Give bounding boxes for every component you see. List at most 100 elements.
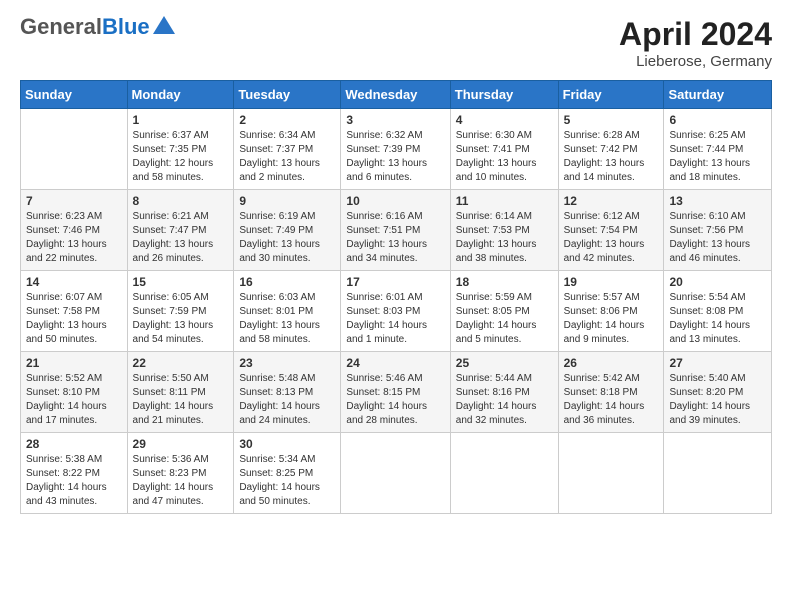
day-number: 6: [669, 113, 766, 127]
day-info: Sunrise: 6:23 AMSunset: 7:46 PMDaylight:…: [26, 210, 122, 266]
day-info: Sunrise: 5:46 AMSunset: 8:15 PMDaylight:…: [346, 372, 444, 428]
weekday-header-saturday: Saturday: [664, 81, 772, 109]
day-info: Sunrise: 5:48 AMSunset: 8:13 PMDaylight:…: [239, 372, 335, 428]
calendar-cell: 7 Sunrise: 6:23 AMSunset: 7:46 PMDaylight…: [21, 190, 128, 271]
day-number: 17: [346, 275, 444, 289]
day-info: Sunrise: 6:19 AMSunset: 7:49 PMDaylight:…: [239, 210, 335, 266]
calendar-cell: 17Sunrise: 6:01 AMSunset: 8:03 PMDayligh…: [341, 271, 450, 352]
day-number: 13: [669, 194, 766, 208]
calendar-cell: 14Sunrise: 6:07 AMSunset: 7:58 PMDayligh…: [21, 271, 128, 352]
calendar-cell: 30 Sunrise: 5:34 AMSunset: 8:25 PMDayligh…: [234, 433, 341, 514]
calendar-cell: 28Sunrise: 5:38 AMSunset: 8:22 PMDayligh…: [21, 433, 128, 514]
day-number: 21: [26, 356, 122, 370]
day-info: Sunrise: 5:36 AMSunset: 8:23 PMDaylight:…: [133, 453, 229, 509]
day-info: Sunrise: 5:59 AMSunset: 8:05 PMDaylight:…: [456, 291, 553, 347]
logo-text: GeneralBlue: [20, 16, 150, 38]
calendar-cell: 15 Sunrise: 6:05 AMSunset: 7:59 PMDayligh…: [127, 271, 234, 352]
calendar-cell: [21, 109, 128, 190]
day-number: 2: [239, 113, 335, 127]
header: GeneralBlue April 2024 Lieberose, German…: [20, 16, 772, 70]
calendar-cell: 12Sunrise: 6:12 AMSunset: 7:54 PMDayligh…: [558, 190, 664, 271]
day-number: 19: [564, 275, 659, 289]
calendar-cell: 6 Sunrise: 6:25 AMSunset: 7:44 PMDaylight…: [664, 109, 772, 190]
weekday-header-friday: Friday: [558, 81, 664, 109]
calendar-cell: 3 Sunrise: 6:32 AMSunset: 7:39 PMDaylight…: [341, 109, 450, 190]
weekday-header-thursday: Thursday: [450, 81, 558, 109]
day-number: 29: [133, 437, 229, 451]
day-info: Sunrise: 6:34 AMSunset: 7:37 PMDaylight:…: [239, 129, 335, 185]
calendar-cell: 11 Sunrise: 6:14 AMSunset: 7:53 PMDayligh…: [450, 190, 558, 271]
calendar-cell: [341, 433, 450, 514]
calendar-cell: 29 Sunrise: 5:36 AMSunset: 8:23 PMDayligh…: [127, 433, 234, 514]
day-info: Sunrise: 6:05 AMSunset: 7:59 PMDaylight:…: [133, 291, 229, 347]
day-number: 18: [456, 275, 553, 289]
calendar-cell: 18 Sunrise: 5:59 AMSunset: 8:05 PMDayligh…: [450, 271, 558, 352]
day-info: Sunrise: 5:57 AMSunset: 8:06 PMDaylight:…: [564, 291, 659, 347]
day-info: Sunrise: 6:10 AMSunset: 7:56 PMDaylight:…: [669, 210, 766, 266]
calendar-cell: 9Sunrise: 6:19 AMSunset: 7:49 PMDaylight…: [234, 190, 341, 271]
day-number: 26: [564, 356, 659, 370]
calendar-cell: 1Sunrise: 6:37 AMSunset: 7:35 PMDaylight…: [127, 109, 234, 190]
calendar-title: April 2024: [619, 16, 772, 53]
day-info: Sunrise: 5:54 AMSunset: 8:08 PMDaylight:…: [669, 291, 766, 347]
calendar-cell: 13 Sunrise: 6:10 AMSunset: 7:56 PMDayligh…: [664, 190, 772, 271]
day-info: Sunrise: 5:42 AMSunset: 8:18 PMDaylight:…: [564, 372, 659, 428]
title-block: April 2024 Lieberose, Germany: [619, 16, 772, 70]
calendar-cell: 19 Sunrise: 5:57 AMSunset: 8:06 PMDayligh…: [558, 271, 664, 352]
day-info: Sunrise: 6:16 AMSunset: 7:51 PMDaylight:…: [346, 210, 444, 266]
weekday-header-wednesday: Wednesday: [341, 81, 450, 109]
weekday-header-row: SundayMondayTuesdayWednesdayThursdayFrid…: [21, 81, 772, 109]
day-number: 12: [564, 194, 659, 208]
day-info: Sunrise: 5:44 AMSunset: 8:16 PMDaylight:…: [456, 372, 553, 428]
weekday-header-sunday: Sunday: [21, 81, 128, 109]
calendar-cell: 8 Sunrise: 6:21 AMSunset: 7:47 PMDaylight…: [127, 190, 234, 271]
logo-icon: [153, 16, 175, 34]
week-row-3: 14Sunrise: 6:07 AMSunset: 7:58 PMDayligh…: [21, 271, 772, 352]
day-number: 14: [26, 275, 122, 289]
day-number: 22: [133, 356, 229, 370]
day-number: 30: [239, 437, 335, 451]
calendar-cell: 22 Sunrise: 5:50 AMSunset: 8:11 PMDayligh…: [127, 352, 234, 433]
calendar-cell: 10Sunrise: 6:16 AMSunset: 7:51 PMDayligh…: [341, 190, 450, 271]
day-number: 7: [26, 194, 122, 208]
day-info: Sunrise: 5:50 AMSunset: 8:11 PMDaylight:…: [133, 372, 229, 428]
day-info: Sunrise: 6:21 AMSunset: 7:47 PMDaylight:…: [133, 210, 229, 266]
calendar-table: SundayMondayTuesdayWednesdayThursdayFrid…: [20, 80, 772, 514]
day-number: 15: [133, 275, 229, 289]
day-info: Sunrise: 5:34 AMSunset: 8:25 PMDaylight:…: [239, 453, 335, 509]
day-info: Sunrise: 6:32 AMSunset: 7:39 PMDaylight:…: [346, 129, 444, 185]
day-number: 23: [239, 356, 335, 370]
week-row-2: 7 Sunrise: 6:23 AMSunset: 7:46 PMDaylight…: [21, 190, 772, 271]
calendar-cell: 21 Sunrise: 5:52 AMSunset: 8:10 PMDayligh…: [21, 352, 128, 433]
weekday-header-monday: Monday: [127, 81, 234, 109]
day-number: 8: [133, 194, 229, 208]
calendar-cell: [450, 433, 558, 514]
calendar-cell: 4Sunrise: 6:30 AMSunset: 7:41 PMDaylight…: [450, 109, 558, 190]
day-number: 20: [669, 275, 766, 289]
day-info: Sunrise: 6:25 AMSunset: 7:44 PMDaylight:…: [669, 129, 766, 185]
week-row-1: 1Sunrise: 6:37 AMSunset: 7:35 PMDaylight…: [21, 109, 772, 190]
day-number: 24: [346, 356, 444, 370]
day-number: 3: [346, 113, 444, 127]
calendar-cell: 20 Sunrise: 5:54 AMSunset: 8:08 PMDayligh…: [664, 271, 772, 352]
calendar-cell: 26 Sunrise: 5:42 AMSunset: 8:18 PMDayligh…: [558, 352, 664, 433]
day-info: Sunrise: 6:37 AMSunset: 7:35 PMDaylight:…: [133, 129, 229, 185]
week-row-5: 28Sunrise: 5:38 AMSunset: 8:22 PMDayligh…: [21, 433, 772, 514]
calendar-cell: 24 Sunrise: 5:46 AMSunset: 8:15 PMDayligh…: [341, 352, 450, 433]
logo-blue: Blue: [102, 14, 150, 39]
weekday-header-tuesday: Tuesday: [234, 81, 341, 109]
day-info: Sunrise: 6:28 AMSunset: 7:42 PMDaylight:…: [564, 129, 659, 185]
day-info: Sunrise: 5:52 AMSunset: 8:10 PMDaylight:…: [26, 372, 122, 428]
calendar-cell: 16Sunrise: 6:03 AMSunset: 8:01 PMDayligh…: [234, 271, 341, 352]
day-info: Sunrise: 6:03 AMSunset: 8:01 PMDaylight:…: [239, 291, 335, 347]
day-info: Sunrise: 6:14 AMSunset: 7:53 PMDaylight:…: [456, 210, 553, 266]
calendar-cell: 27Sunrise: 5:40 AMSunset: 8:20 PMDayligh…: [664, 352, 772, 433]
calendar-cell: [664, 433, 772, 514]
calendar-cell: 2 Sunrise: 6:34 AMSunset: 7:37 PMDaylight…: [234, 109, 341, 190]
day-info: Sunrise: 6:30 AMSunset: 7:41 PMDaylight:…: [456, 129, 553, 185]
calendar-cell: 25 Sunrise: 5:44 AMSunset: 8:16 PMDayligh…: [450, 352, 558, 433]
day-number: 27: [669, 356, 766, 370]
day-number: 25: [456, 356, 553, 370]
calendar-cell: 23 Sunrise: 5:48 AMSunset: 8:13 PMDayligh…: [234, 352, 341, 433]
day-number: 11: [456, 194, 553, 208]
